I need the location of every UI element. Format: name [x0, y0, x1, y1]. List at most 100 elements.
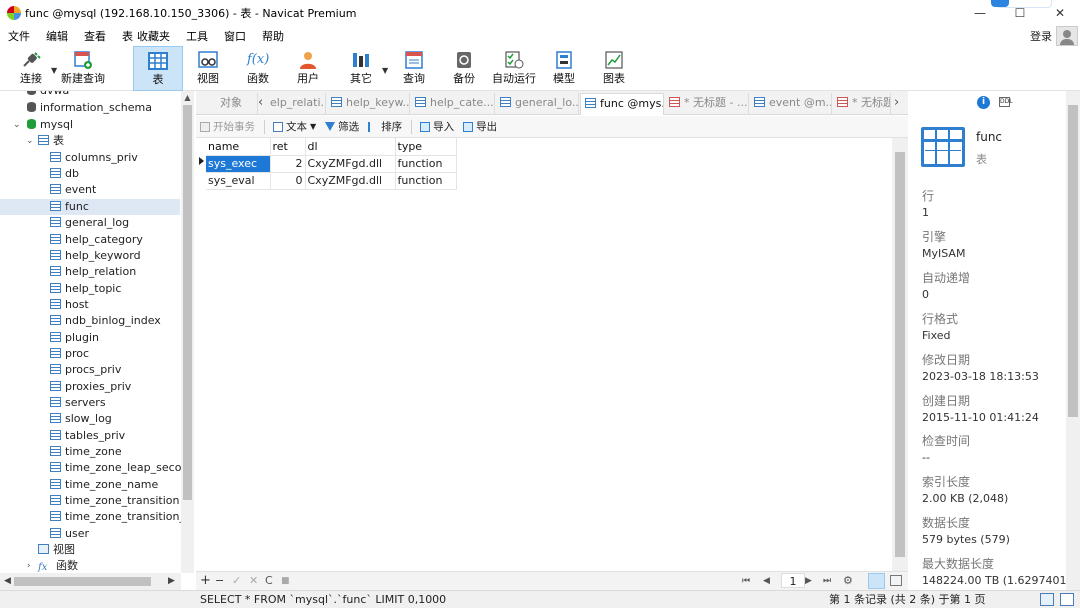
- minimize-button[interactable]: —: [960, 0, 1000, 26]
- tree-item-proxies-priv[interactable]: proxies_priv: [50, 379, 131, 395]
- tab-scroll-right-icon[interactable]: ›: [894, 95, 899, 110]
- tab-objects[interactable]: 对象: [202, 93, 258, 115]
- tree-item-db[interactable]: db: [50, 166, 79, 182]
- grid-vertical-scrollbar[interactable]: [892, 138, 908, 571]
- scroll-up-icon[interactable]: ▲: [181, 91, 194, 104]
- collapse-mysql-icon[interactable]: ⌄: [13, 120, 21, 130]
- tree-item-slow-log[interactable]: slow_log: [50, 411, 112, 427]
- tree-item-tables-priv[interactable]: tables_priv: [50, 428, 125, 444]
- tree-item-views[interactable]: 视图: [38, 542, 75, 558]
- import-button[interactable]: 导入: [420, 119, 454, 134]
- tree-item-time-zone-leap-second[interactable]: time_zone_leap_second: [50, 460, 181, 476]
- filter-button[interactable]: 筛选: [325, 119, 359, 134]
- tree-item-time-zone[interactable]: time_zone: [50, 444, 122, 460]
- other-button[interactable]: 其它: [344, 46, 378, 91]
- table-cell[interactable]: CxyZMFgd.dll: [305, 155, 396, 173]
- automation-button[interactable]: 自动运行: [492, 46, 536, 91]
- tree-item-plugin[interactable]: plugin: [50, 330, 99, 346]
- begin-transaction-button[interactable]: 开始事务: [200, 119, 255, 134]
- table-cell[interactable]: sys_eval: [206, 172, 271, 190]
- tree-item-mysql[interactable]: mysql: [27, 117, 73, 133]
- tab-help-category[interactable]: help_cate...: [411, 93, 495, 115]
- scroll-right-icon[interactable]: ▶: [168, 573, 175, 590]
- tree-item-help-relation[interactable]: help_relation: [50, 264, 136, 280]
- form-view-toggle[interactable]: [890, 575, 902, 586]
- info-panel-scrollbar[interactable]: [1066, 91, 1080, 590]
- menu-window[interactable]: 窗口: [216, 28, 254, 44]
- collapse-tables-icon[interactable]: ⌄: [26, 136, 34, 146]
- info-panel-scroll-thumb[interactable]: [1068, 105, 1078, 417]
- new-query-button[interactable]: 新建查询: [60, 46, 106, 91]
- sort-button[interactable]: 排序: [368, 119, 402, 134]
- table-button[interactable]: 表: [133, 46, 183, 91]
- tree-item-procs-priv[interactable]: procs_priv: [50, 362, 121, 378]
- first-page-button[interactable]: ⏮: [742, 573, 750, 589]
- grid-layout-icon[interactable]: [1040, 593, 1054, 606]
- tree-item-event[interactable]: event: [50, 182, 96, 198]
- next-page-button[interactable]: ▶: [805, 573, 812, 589]
- tree-item-help-topic[interactable]: help_topic: [50, 281, 121, 297]
- grid-view-toggle[interactable]: [868, 573, 885, 589]
- close-button[interactable]: ✕: [1040, 0, 1080, 26]
- stop-button[interactable]: ■: [281, 573, 290, 589]
- menu-favorites[interactable]: 收藏夹: [135, 28, 178, 44]
- tree-item-functions[interactable]: fx 函数: [38, 558, 78, 573]
- discard-changes-button[interactable]: ✕: [249, 573, 258, 589]
- table-cell[interactable]: CxyZMFgd.dll: [305, 172, 396, 190]
- tab-scroll-left-icon[interactable]: ‹: [258, 95, 263, 110]
- user-avatar-icon[interactable]: [1056, 26, 1078, 46]
- text-dropdown-icon[interactable]: ▼: [310, 122, 316, 131]
- query-button[interactable]: 查询: [398, 46, 430, 91]
- refresh-button[interactable]: C: [265, 573, 273, 589]
- info-icon[interactable]: i: [977, 96, 990, 109]
- panel-layout-icon[interactable]: [1060, 593, 1074, 606]
- connect-dropdown-icon[interactable]: ▼: [51, 66, 57, 75]
- tree-item-help-keyword[interactable]: help_keyword: [50, 248, 141, 264]
- backup-button[interactable]: 备份: [448, 46, 480, 91]
- connect-button[interactable]: 连接: [14, 46, 48, 91]
- table-cell[interactable]: sys_exec: [206, 155, 271, 173]
- menu-file[interactable]: 文件: [0, 28, 38, 44]
- tree-item-ndb-binlog-index[interactable]: ndb_binlog_index: [50, 313, 161, 329]
- tree-item-servers[interactable]: servers: [50, 395, 106, 411]
- chart-button[interactable]: 图表: [598, 46, 630, 91]
- tab-help-keyword[interactable]: help_keyw...: [327, 93, 410, 115]
- grid-scroll-thumb[interactable]: [895, 152, 905, 557]
- ddl-icon[interactable]: DDL: [999, 97, 1013, 107]
- tree-item-time-zone-transition-type[interactable]: time_zone_transition_type: [50, 509, 181, 525]
- model-button[interactable]: 模型: [548, 46, 580, 91]
- export-button[interactable]: 导出: [463, 119, 497, 134]
- table-cell[interactable]: function: [395, 172, 457, 190]
- table-cell[interactable]: function: [395, 155, 457, 173]
- text-view-button[interactable]: 文本 ▼: [273, 119, 316, 134]
- tree-item-general-log[interactable]: general_log: [50, 215, 129, 231]
- menu-edit[interactable]: 编辑: [38, 28, 76, 44]
- tree-scroll-thumb[interactable]: [183, 105, 192, 500]
- prev-page-button[interactable]: ◀: [763, 573, 770, 589]
- menu-tools[interactable]: 工具: [178, 28, 216, 44]
- column-header-ret[interactable]: ret: [270, 138, 306, 156]
- menu-view[interactable]: 查看: [76, 28, 114, 44]
- delete-record-button[interactable]: −: [215, 573, 224, 589]
- menu-table[interactable]: 表: [114, 28, 135, 44]
- tab-func[interactable]: func @mys...: [580, 93, 664, 115]
- tab-general-log[interactable]: general_lo...: [496, 93, 579, 115]
- tree-item-time-zone-transition[interactable]: time_zone_transition: [50, 493, 180, 509]
- user-button[interactable]: 用户: [292, 46, 324, 91]
- scroll-left-icon[interactable]: ◀: [4, 573, 11, 590]
- menu-help[interactable]: 帮助: [254, 28, 292, 44]
- tab-untitled-query-1[interactable]: * 无标题 - ...: [665, 93, 749, 115]
- expand-functions-icon[interactable]: ›: [27, 561, 31, 571]
- page-number-input[interactable]: 1: [781, 573, 805, 588]
- add-record-button[interactable]: +: [200, 573, 211, 589]
- table-row[interactable]: sys_exec 2 CxyZMFgd.dll function: [206, 155, 457, 173]
- table-cell[interactable]: 0: [270, 172, 306, 190]
- tree-item-host[interactable]: host: [50, 297, 89, 313]
- tree-item-time-zone-name[interactable]: time_zone_name: [50, 477, 158, 493]
- other-dropdown-icon[interactable]: ▼: [382, 66, 388, 75]
- tree-horizontal-scrollbar[interactable]: ◀ ▶: [0, 573, 181, 590]
- last-page-button[interactable]: ⏭: [823, 573, 831, 589]
- tree-vertical-scrollbar[interactable]: ▲: [181, 91, 194, 573]
- tree-item-func[interactable]: func: [0, 199, 180, 215]
- tree-item-tables[interactable]: 表: [38, 133, 64, 149]
